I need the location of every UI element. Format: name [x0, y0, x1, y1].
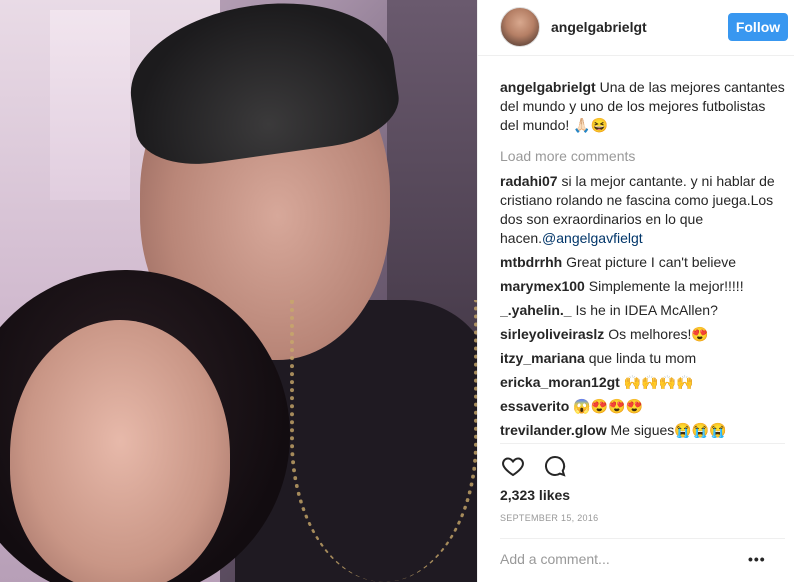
comment-text: Os melhores!😍 — [608, 326, 709, 342]
follow-button[interactable]: Follow — [728, 13, 788, 41]
more-options-icon[interactable]: ••• — [748, 551, 766, 567]
divider — [500, 538, 785, 539]
comment-item: trevilander.glow Me sigues😭😭😭 — [500, 421, 785, 440]
load-more-comments-link[interactable]: Load more comments — [500, 147, 785, 166]
comment-item: ericka_moran12gt 🙌🙌🙌🙌 — [500, 373, 785, 392]
comment-username[interactable]: ericka_moran12gt — [500, 374, 620, 390]
comment-username[interactable]: mtbdrrhh — [500, 254, 562, 270]
comment-bubble-icon[interactable] — [542, 453, 568, 479]
comment-item: _.yahelin._ Is he in IDEA McAllen? — [500, 301, 785, 320]
caption-username[interactable]: angelgabrielgt — [500, 79, 596, 95]
comment-text: Me sigues😭😭😭 — [610, 422, 727, 438]
comment-username[interactable]: marymex100 — [500, 278, 585, 294]
post-date: SEPTEMBER 15, 2016 — [500, 513, 599, 523]
comment-username[interactable]: _.yahelin._ — [500, 302, 572, 318]
comment-item: marymex100 Simplemente la mejor!!!!! — [500, 277, 785, 296]
comment-username[interactable]: sirleyoliveiraslz — [500, 326, 604, 342]
photo-window-light — [50, 10, 130, 200]
post-header: angelgabrielgt Follow — [478, 0, 794, 56]
comment-username[interactable]: essaverito — [500, 398, 569, 414]
comment-text: que linda tu mom — [588, 350, 697, 366]
likes-count[interactable]: 2,323 likes — [500, 487, 570, 503]
comment-text: Simplemente la mejor!!!!! — [588, 278, 744, 294]
comment-item: radahi07 si la mejor cantante. y ni habl… — [500, 172, 785, 248]
comment-text: 😱😍😍😍 — [573, 398, 643, 414]
comment-username[interactable]: itzy_mariana — [500, 350, 585, 366]
photo-chain — [290, 300, 477, 582]
instagram-post: angelgabrielgt Follow angelgabrielgt Una… — [0, 0, 794, 582]
header-username[interactable]: angelgabrielgt — [551, 19, 647, 35]
comment-item: itzy_mariana que linda tu mom — [500, 349, 785, 368]
comment-mention-link[interactable]: @angelgavfielgt — [542, 230, 643, 246]
comment-item: essaverito 😱😍😍😍 — [500, 397, 785, 416]
photo-woman-face — [10, 320, 230, 582]
comment-item: mtbdrrhh Great picture I can't believe — [500, 253, 785, 272]
comment-text: 🙌🙌🙌🙌 — [623, 374, 694, 390]
comment-item: sirleyoliveiraslz Os melhores!😍 — [500, 325, 785, 344]
post-side-panel: angelgabrielgt Follow angelgabrielgt Una… — [477, 0, 794, 582]
add-comment-input[interactable]: Add a comment... — [500, 551, 610, 567]
post-photo[interactable] — [0, 0, 477, 582]
comment-username[interactable]: radahi07 — [500, 173, 558, 189]
divider — [500, 443, 785, 444]
comment-text: Great picture I can't believe — [566, 254, 737, 270]
heart-icon[interactable] — [500, 453, 526, 479]
comments-list[interactable]: angelgabrielgt Una de las mejores cantan… — [500, 78, 785, 440]
avatar[interactable] — [500, 7, 540, 47]
post-caption: angelgabrielgt Una de las mejores cantan… — [500, 78, 785, 135]
comment-text: Is he in IDEA McAllen? — [575, 302, 718, 318]
comment-username[interactable]: trevilander.glow — [500, 422, 607, 438]
post-actions — [500, 453, 568, 481]
